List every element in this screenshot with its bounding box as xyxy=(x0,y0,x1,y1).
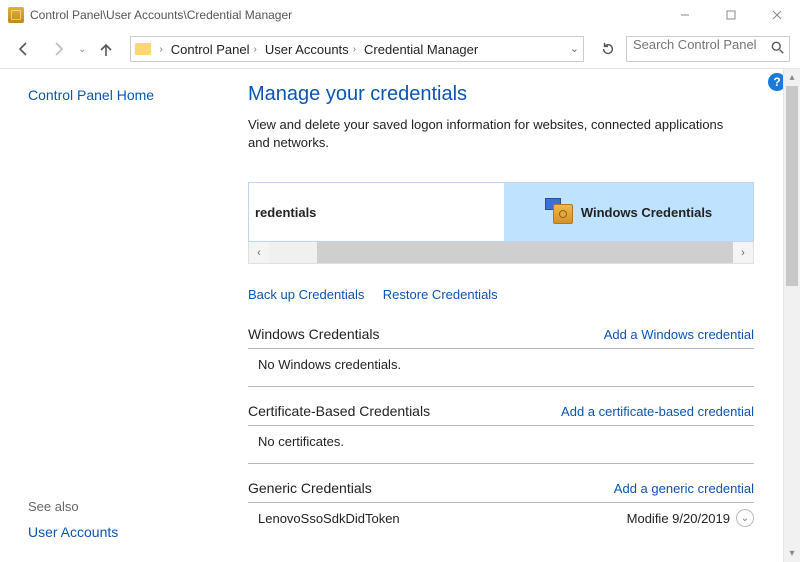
refresh-button[interactable] xyxy=(596,37,620,61)
credential-modified: Modifie 9/20/2019 xyxy=(627,511,730,526)
section-title: Certificate-Based Credentials xyxy=(248,403,561,419)
section-title: Windows Credentials xyxy=(248,326,604,342)
search-box[interactable] xyxy=(626,36,790,62)
address-dropdown-icon[interactable]: ⌄ xyxy=(570,42,579,55)
section-empty-text: No Windows credentials. xyxy=(248,349,754,387)
breadcrumb-label: Control Panel xyxy=(171,42,250,57)
credential-row[interactable]: LenovoSsoSdkDidToken Modifie 9/20/2019 ⌄ xyxy=(248,503,754,527)
breadcrumb-credential-manager[interactable]: Credential Manager xyxy=(360,42,482,57)
main-panel: ? Manage your credentials View and delet… xyxy=(230,69,800,562)
search-input[interactable] xyxy=(633,37,767,52)
see-also-heading: See also xyxy=(28,499,218,514)
credential-name: LenovoSsoSdkDidToken xyxy=(258,511,627,526)
breadcrumb-label: Credential Manager xyxy=(364,42,478,57)
up-button[interactable] xyxy=(92,35,120,63)
forward-button[interactable] xyxy=(44,35,72,63)
address-bar[interactable]: › Control Panel› User Accounts› Credenti… xyxy=(130,36,584,62)
credential-actions: Back up Credentials Restore Credentials xyxy=(248,286,800,304)
add-windows-credential-link[interactable]: Add a Windows credential xyxy=(604,327,754,342)
tabs-horizontal-scrollbar[interactable]: ‹ › xyxy=(248,242,754,264)
title-bar: Control Panel\User Accounts\Credential M… xyxy=(0,0,800,30)
recent-dropdown-icon[interactable]: ⌄ xyxy=(78,44,86,55)
credential-type-tabs: redentials Windows Credentials xyxy=(248,182,754,242)
section-certificate-credentials: Certificate-Based Credentials Add a cert… xyxy=(248,399,754,464)
nav-bar: ⌄ › Control Panel› User Accounts› Creden… xyxy=(0,30,800,68)
window-controls xyxy=(662,0,800,30)
add-cert-credential-link[interactable]: Add a certificate-based credential xyxy=(561,404,754,419)
tab-web-credentials[interactable]: redentials xyxy=(249,183,504,241)
restore-credentials-link[interactable]: Restore Credentials xyxy=(383,287,498,302)
maximize-button[interactable] xyxy=(708,0,754,30)
chevron-right-icon[interactable]: › xyxy=(159,44,162,55)
scrollbar-thumb[interactable] xyxy=(317,242,733,263)
section-empty-text: No certificates. xyxy=(248,426,754,464)
tab-label: redentials xyxy=(255,205,316,220)
page-description: View and delete your saved logon informa… xyxy=(248,116,738,152)
close-button[interactable] xyxy=(754,0,800,30)
tab-label: Windows Credentials xyxy=(581,205,712,220)
window-title: Control Panel\User Accounts\Credential M… xyxy=(30,8,292,22)
section-title: Generic Credentials xyxy=(248,480,614,496)
section-windows-credentials: Windows Credentials Add a Windows creden… xyxy=(248,322,754,387)
scroll-right-button[interactable]: › xyxy=(733,242,753,263)
scrollbar-track[interactable] xyxy=(269,242,733,263)
scroll-down-button[interactable]: ▾ xyxy=(784,545,800,562)
app-shield-icon xyxy=(8,7,24,23)
scroll-left-button[interactable]: ‹ xyxy=(249,242,269,263)
minimize-button[interactable] xyxy=(662,0,708,30)
add-generic-credential-link[interactable]: Add a generic credential xyxy=(614,481,754,496)
breadcrumb-label: User Accounts xyxy=(265,42,349,57)
page-title: Manage your credentials xyxy=(248,83,800,106)
back-button[interactable] xyxy=(10,35,38,63)
section-generic-credentials: Generic Credentials Add a generic creden… xyxy=(248,476,754,527)
vertical-scrollbar[interactable]: ▴ ▾ xyxy=(783,69,800,562)
sidebar: Control Panel Home See also User Account… xyxy=(0,69,230,562)
scroll-up-button[interactable]: ▴ xyxy=(784,69,800,86)
backup-credentials-link[interactable]: Back up Credentials xyxy=(248,287,364,302)
scrollbar-thumb[interactable] xyxy=(786,86,798,286)
tab-windows-credentials[interactable]: Windows Credentials xyxy=(504,183,753,241)
breadcrumb-control-panel[interactable]: Control Panel› xyxy=(167,42,261,57)
chevron-down-icon[interactable]: ⌄ xyxy=(736,509,754,527)
folder-icon xyxy=(135,43,151,55)
vault-icon xyxy=(545,198,573,226)
breadcrumb-user-accounts[interactable]: User Accounts› xyxy=(261,42,360,57)
search-icon xyxy=(771,41,785,58)
sidebar-user-accounts-link[interactable]: User Accounts xyxy=(28,524,118,540)
sidebar-home-link[interactable]: Control Panel Home xyxy=(28,87,218,103)
